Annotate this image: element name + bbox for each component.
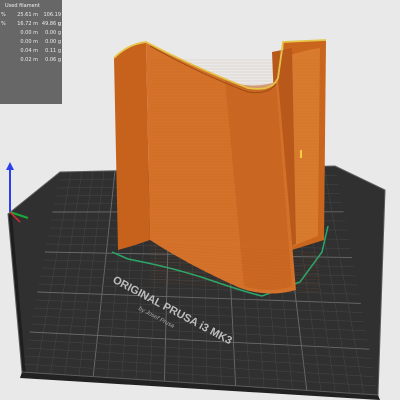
filament-row: 0.00 m 0.00 g: [0, 38, 62, 47]
filament-row: % 16.72 m 49.86 g: [0, 20, 62, 29]
row-marker: %: [1, 21, 6, 27]
filament-weight: 0.06 g: [45, 57, 61, 63]
filament-length: 0.00 m: [20, 30, 38, 36]
filament-length: 16.72 m: [17, 21, 38, 27]
filament-length: 0.04 m: [20, 48, 38, 54]
filament-length: 0.02 m: [20, 57, 38, 63]
filament-weight: 0.11 g: [45, 48, 61, 54]
3d-viewport[interactable]: ORIGINAL PRUSA i3 MK3 by Josef Prusa Use…: [0, 0, 400, 400]
object-left-wall: [114, 42, 150, 250]
filament-length: 0.00 m: [20, 39, 38, 45]
seam-mark: [300, 150, 302, 158]
filament-row: 0.02 m 0.06 g: [0, 56, 62, 65]
used-filament-title: Used filament: [5, 3, 40, 9]
filament-row: 0.04 m 0.11 g: [0, 47, 62, 56]
filament-weight: 0.00 g: [45, 39, 61, 45]
used-filament-panel: Used filament % 25.61 m 106.19 g % 16.72 m4…: [0, 0, 62, 104]
used-filament-header: Used filament: [0, 1, 62, 11]
row-marker: %: [1, 12, 6, 18]
filament-weight: 49.86 g: [41, 21, 61, 27]
filament-row: 0.00 m 0.00 g: [0, 29, 62, 38]
filament-row: % 25.61 m 106.19 g: [0, 11, 62, 27]
filament-weight: 0.00 g: [45, 30, 61, 36]
filament-length: 25.61 m: [17, 12, 38, 18]
